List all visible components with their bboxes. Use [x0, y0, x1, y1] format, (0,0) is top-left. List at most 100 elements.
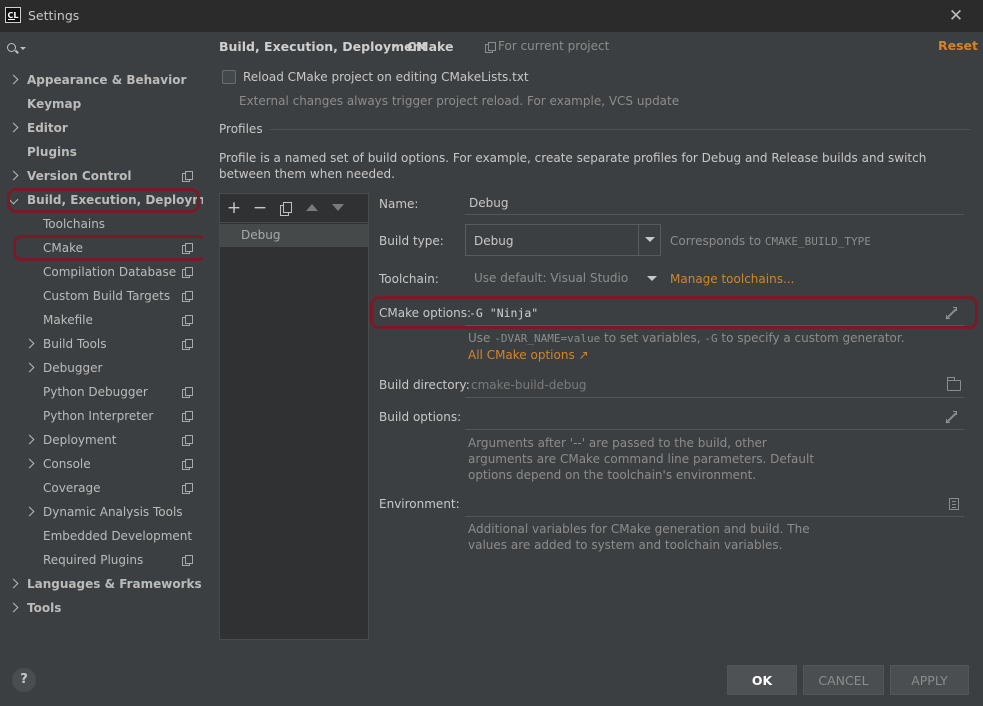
expand-icon[interactable] — [946, 307, 958, 319]
sidebar-item-cmake[interactable]: CMake — [0, 237, 203, 259]
sidebar-item-label: Build Tools — [43, 337, 107, 351]
project-scope-icon — [182, 459, 193, 470]
sidebar-item-label: Python Debugger — [43, 385, 148, 399]
cmake-options-field[interactable]: -G "Ninja" — [465, 300, 964, 326]
search-icon[interactable] — [7, 42, 26, 56]
sidebar-item-keymap[interactable]: Keymap — [0, 93, 203, 115]
sidebar-item-appearance-behavior[interactable]: Appearance & Behavior — [0, 69, 203, 91]
toolchain-label: Toolchain: — [379, 272, 439, 286]
move-down-icon[interactable] — [332, 204, 344, 211]
chevron-right-icon[interactable] — [24, 458, 35, 469]
sidebar-item-required-plugins[interactable]: Required Plugins — [0, 549, 203, 571]
sidebar-item-label: CMake — [43, 241, 83, 255]
environment-field[interactable] — [465, 491, 964, 517]
chevron-right-icon[interactable] — [8, 578, 19, 589]
sidebar-item-label: Plugins — [27, 145, 77, 159]
settings-sidebar: Appearance & Behavior Keymap Editor Plugins… — [0, 32, 227, 656]
sidebar-item-coverage[interactable]: Coverage — [0, 477, 203, 499]
chevron-right-icon[interactable] — [24, 362, 35, 373]
profiles-section-title: Profiles — [219, 122, 263, 136]
chevron-right-icon[interactable] — [8, 122, 19, 133]
sidebar-item-label: Compilation Database — [43, 265, 177, 279]
sidebar-item-python-interpreter[interactable]: Python Interpreter — [0, 405, 203, 427]
sidebar-item-custom-build-targets[interactable]: Custom Build Targets — [0, 285, 203, 307]
close-icon[interactable]: ✕ — [945, 5, 967, 27]
name-field[interactable]: Debug — [465, 191, 964, 215]
all-cmake-options-link[interactable]: All CMake options ↗ — [468, 348, 589, 362]
sidebar-item-console[interactable]: Console — [0, 453, 203, 475]
environment-label: Environment: — [379, 497, 460, 511]
environment-hint: Additional variables for CMake generatio… — [468, 522, 810, 552]
sidebar-item-label: Required Plugins — [43, 553, 144, 567]
chevron-down-icon[interactable] — [8, 194, 19, 205]
name-label: Name: — [379, 197, 419, 211]
sidebar-item-version-control[interactable]: Version Control — [0, 165, 203, 187]
build-options-field[interactable] — [465, 404, 964, 430]
expand-icon[interactable] — [946, 411, 958, 423]
reload-cmake-checkbox[interactable] — [222, 70, 236, 84]
cmake-options-hint: Use -DVAR_NAME=value to set variables, -… — [468, 331, 905, 345]
copy-profile-icon[interactable] — [280, 202, 292, 216]
sidebar-item-toolchains[interactable]: Toolchains — [0, 213, 203, 235]
sidebar-item-debugger[interactable]: Debugger — [0, 357, 203, 379]
chevron-right-icon[interactable] — [8, 602, 19, 613]
scope-label: For current project — [498, 39, 610, 53]
reset-link[interactable]: Reset — [938, 38, 978, 53]
cmake-settings-panel: Build, Execution, Deployment › CMake For… — [203, 32, 983, 656]
breadcrumb-current: CMake — [407, 39, 454, 54]
chevron-down-icon[interactable] — [647, 276, 657, 281]
project-scope-icon — [182, 315, 193, 326]
build-directory-field[interactable]: cmake-build-debug — [465, 372, 964, 398]
breadcrumb-separator: › — [392, 39, 397, 53]
move-up-icon[interactable] — [306, 204, 318, 211]
chevron-down-icon[interactable] — [638, 225, 660, 255]
chevron-right-icon[interactable] — [8, 74, 19, 85]
project-scope-icon — [182, 411, 193, 422]
build-type-combo[interactable]: Debug — [465, 224, 661, 256]
sidebar-item-label: Languages & Frameworks — [27, 577, 202, 591]
remove-profile-button[interactable]: − — [251, 200, 269, 217]
profile-list-item[interactable]: Debug — [220, 224, 368, 247]
sidebar-item-python-debugger[interactable]: Python Debugger — [0, 381, 203, 403]
edit-environment-icon[interactable] — [949, 498, 959, 510]
sidebar-item-dynamic-analysis-tools[interactable]: Dynamic Analysis Tools — [0, 501, 203, 523]
sidebar-item-label: Debugger — [43, 361, 103, 375]
project-scope-icon — [485, 42, 496, 53]
help-button[interactable]: ? — [12, 668, 36, 692]
project-scope-icon — [182, 291, 193, 302]
build-directory-label: Build directory: — [379, 378, 470, 392]
cancel-button[interactable]: CANCEL — [803, 665, 884, 695]
chevron-right-icon[interactable] — [24, 506, 35, 517]
apply-button[interactable]: APPLY — [890, 665, 969, 695]
sidebar-item-editor[interactable]: Editor — [0, 117, 203, 139]
cmake-options-label: CMake options: — [379, 306, 472, 320]
ok-button[interactable]: OK — [727, 665, 797, 695]
profiles-description: Profile is a named set of build options.… — [219, 151, 927, 181]
sidebar-item-deployment[interactable]: Deployment — [0, 429, 203, 451]
reload-hint: External changes always trigger project … — [239, 94, 680, 108]
reload-cmake-label[interactable]: Reload CMake project on editing CMakeLis… — [243, 70, 529, 84]
sidebar-item-languages-frameworks[interactable]: Languages & Frameworks — [0, 573, 203, 595]
sidebar-item-tools[interactable]: Tools — [0, 597, 203, 619]
sidebar-item-makefile[interactable]: Makefile — [0, 309, 203, 331]
sidebar-item-label: Custom Build Targets — [43, 289, 171, 303]
add-profile-button[interactable]: + — [225, 200, 243, 217]
chevron-right-icon[interactable] — [8, 170, 19, 181]
project-scope-icon — [182, 171, 193, 182]
sidebar-item-build-execution-deployment[interactable]: Build, Execution, Deployment — [0, 189, 227, 211]
sidebar-item-label: Tools — [27, 601, 62, 615]
folder-icon[interactable] — [947, 377, 961, 391]
toolchain-combo[interactable]: Use default: Visual Studio — [465, 264, 661, 292]
sidebar-item-label: Editor — [27, 121, 68, 135]
sidebar-item-plugins[interactable]: Plugins — [0, 141, 203, 163]
sidebar-item-compilation-database[interactable]: Compilation Database — [0, 261, 203, 283]
clion-logo-icon: CL — [5, 7, 21, 23]
title-bar: CL Settings ✕ — [0, 0, 983, 32]
chevron-right-icon[interactable] — [24, 338, 35, 349]
sidebar-item-embedded-development[interactable]: Embedded Development — [0, 525, 203, 547]
chevron-right-icon[interactable] — [24, 434, 35, 445]
sidebar-item-build-tools[interactable]: Build Tools — [0, 333, 203, 355]
manage-toolchains-link[interactable]: Manage toolchains... — [670, 272, 794, 286]
project-scope-icon — [182, 267, 193, 278]
sidebar-item-label: Toolchains — [43, 217, 106, 231]
